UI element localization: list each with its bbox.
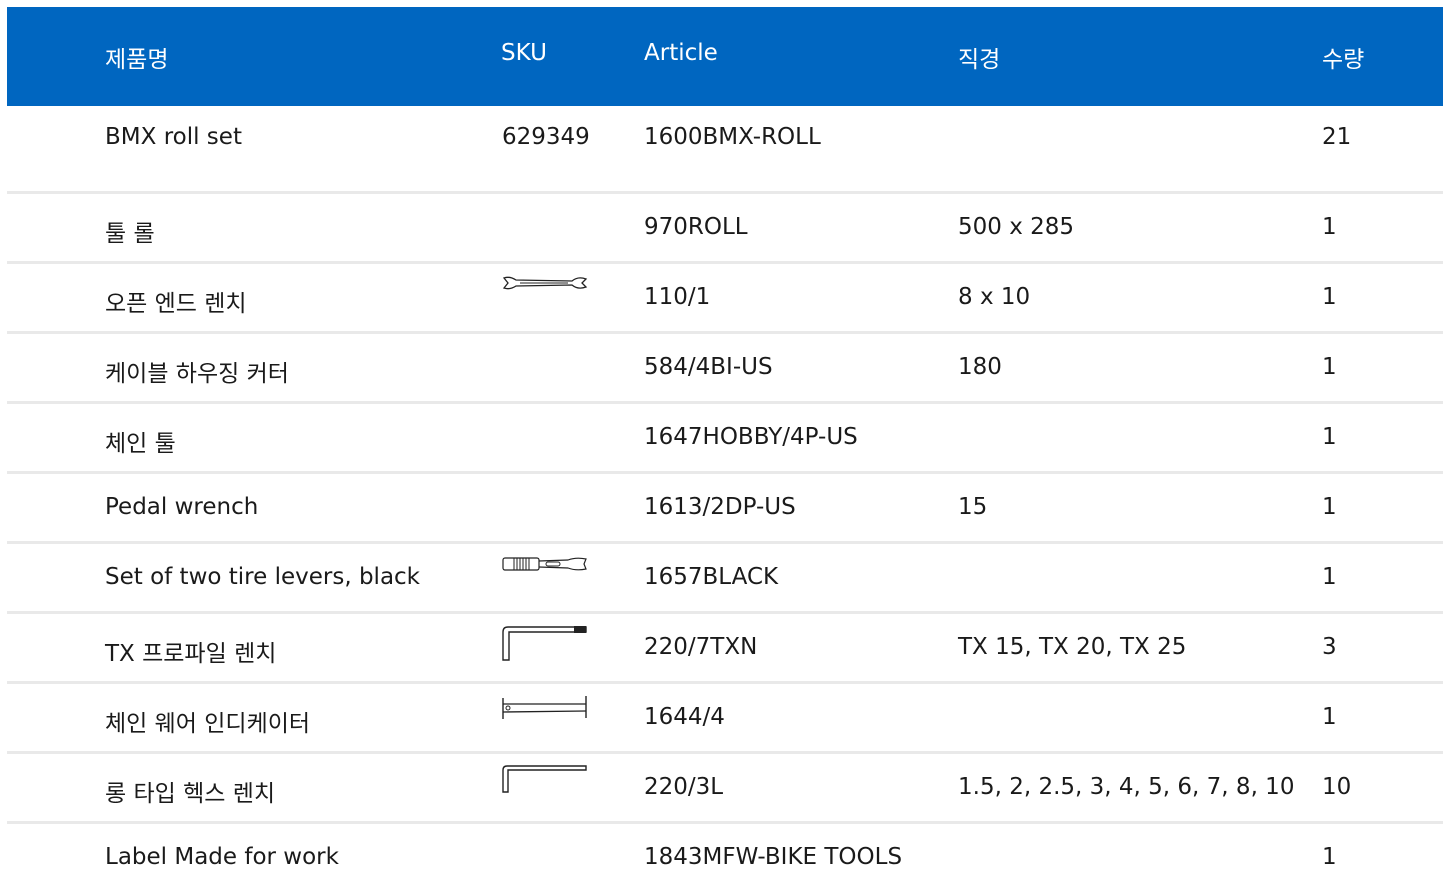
cell-article: 1843MFW-BIKE TOOLS [644, 844, 903, 870]
cell-sku: 629349 [502, 124, 590, 150]
chain-wear-indicator-icon [502, 694, 588, 722]
cell-name: Label Made for work [105, 844, 339, 870]
table-row: Pedal wrench 1613/2DP-US 15 1 [7, 474, 1443, 544]
table-row: 롱 타입 헥스 렌치 220/3L 1.5, 2, 2.5, 3, 4, 5, … [7, 754, 1443, 824]
column-header-name: 제품명 [105, 47, 169, 73]
cell-article: 584/4BI-US [644, 354, 773, 380]
tire-lever-icon [502, 555, 588, 573]
cell-article: 220/7TXN [644, 634, 758, 660]
table-row: BMX roll set 629349 1600BMX-ROLL 21 [7, 106, 1443, 194]
table-row: Label Made for work 1843MFW-BIKE TOOLS 1 [7, 824, 1443, 891]
cell-name: 체인 툴 [105, 431, 176, 457]
column-header-diameter: 직경 [958, 47, 1001, 73]
cell-diameter: 180 [958, 354, 1002, 380]
hex-key-icon [502, 764, 588, 794]
cell-name: 롱 타입 헥스 렌치 [105, 781, 276, 807]
cell-name: 툴 롤 [105, 221, 155, 247]
column-header-sku: SKU [501, 40, 547, 66]
cell-quantity: 1 [1322, 704, 1337, 730]
cell-quantity: 3 [1322, 634, 1337, 660]
table-row: 체인 툴 1647HOBBY/4P-US 1 [7, 404, 1443, 474]
cell-diameter: 1.5, 2, 2.5, 3, 4, 5, 6, 7, 8, 10 [958, 774, 1295, 800]
cell-quantity: 1 [1322, 424, 1337, 450]
parts-table: 제품명 SKU Article 직경 수량 BMX roll set 62934… [7, 7, 1443, 891]
cell-quantity: 1 [1322, 214, 1337, 240]
table-row: 툴 롤 970ROLL 500 x 285 1 [7, 194, 1443, 264]
cell-quantity: 1 [1322, 844, 1337, 870]
table-row: 오픈 엔드 렌치 110/1 8 x 10 1 [7, 264, 1443, 334]
cell-name: BMX roll set [105, 124, 242, 150]
cell-quantity: 1 [1322, 284, 1337, 310]
cell-quantity: 1 [1322, 564, 1337, 590]
cell-diameter: 500 x 285 [958, 214, 1075, 240]
cell-diameter: 8 x 10 [958, 284, 1031, 310]
cell-article: 970ROLL [644, 214, 748, 240]
cell-name: 오픈 엔드 렌치 [105, 291, 247, 317]
cell-diameter: TX 15, TX 20, TX 25 [958, 634, 1187, 660]
cell-article: 1644/4 [644, 704, 725, 730]
table-row: 케이블 하우징 커터 584/4BI-US 180 1 [7, 334, 1443, 404]
cell-article: 1613/2DP-US [644, 494, 796, 520]
column-header-quantity: 수량 [1322, 47, 1365, 73]
cell-article: 1600BMX-ROLL [644, 124, 821, 150]
cell-article: 220/3L [644, 774, 724, 800]
cell-quantity: 21 [1322, 124, 1352, 150]
cell-article: 1657BLACK [644, 564, 779, 590]
torx-key-icon [502, 624, 588, 662]
cell-name: 체인 웨어 인디케이터 [105, 711, 311, 737]
cell-article: 110/1 [644, 284, 711, 310]
cell-name: Set of two tire levers, black [105, 564, 421, 590]
table-row: Set of two tire levers, black 1657BLACK … [7, 544, 1443, 614]
cell-quantity: 1 [1322, 494, 1337, 520]
cell-name: 케이블 하우징 커터 [105, 361, 289, 387]
table-row: 체인 웨어 인디케이터 1644/4 1 [7, 684, 1443, 754]
cell-name: Pedal wrench [105, 494, 259, 520]
cell-article: 1647HOBBY/4P-US [644, 424, 858, 450]
cell-quantity: 1 [1322, 354, 1337, 380]
cell-diameter: 15 [958, 494, 988, 520]
table-header: 제품명 SKU Article 직경 수량 [7, 7, 1443, 106]
cell-name: TX 프로파일 렌치 [105, 641, 277, 667]
column-header-article: Article [644, 40, 718, 66]
open-end-wrench-icon [502, 274, 588, 294]
table-row: TX 프로파일 렌치 220/7TXN TX 15, TX 20, TX 25 … [7, 614, 1443, 684]
cell-quantity: 10 [1322, 774, 1352, 800]
